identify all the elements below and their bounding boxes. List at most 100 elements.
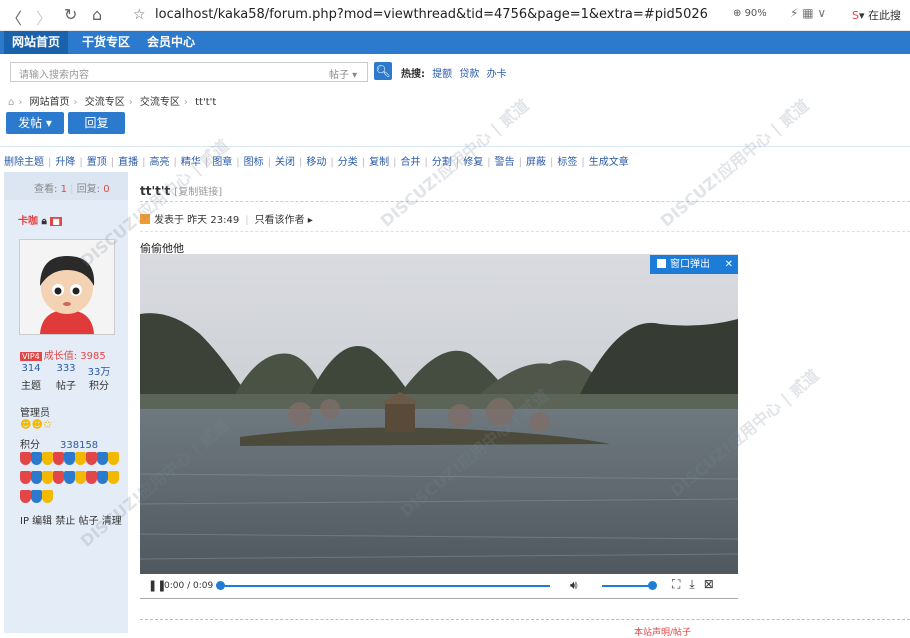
medal-icon[interactable] bbox=[31, 452, 42, 465]
medal-icon[interactable] bbox=[53, 452, 64, 465]
popout-window-button[interactable]: 窗口弹出 ✕ bbox=[650, 255, 738, 274]
moderation-link[interactable]: 图章 bbox=[212, 157, 232, 168]
video-player[interactable] bbox=[140, 254, 738, 574]
nav-item-home[interactable]: 网站首页 bbox=[4, 31, 69, 54]
breadcrumb-item[interactable]: 交流专区 bbox=[140, 97, 180, 108]
user-admin-actions[interactable]: IP 编辑 禁止 帖子 清理 bbox=[20, 512, 122, 527]
forward-icon[interactable]: 〉 bbox=[36, 5, 52, 29]
close-icon[interactable]: ✕ bbox=[725, 255, 733, 274]
medal-icon[interactable] bbox=[64, 471, 75, 484]
moderation-link[interactable]: 修复 bbox=[463, 157, 483, 168]
home-icon[interactable]: ⌂ bbox=[8, 97, 14, 108]
moderation-link[interactable]: 警告 bbox=[495, 157, 515, 168]
moderation-link[interactable]: 分类 bbox=[338, 157, 358, 168]
extension-icons[interactable]: ⚡ ▦ ∨ bbox=[790, 6, 826, 20]
browser-search-link[interactable]: S▾ 在此搜 bbox=[852, 7, 901, 23]
medal-icon[interactable] bbox=[53, 471, 64, 484]
lock-icon: 🔒︎ bbox=[41, 216, 47, 227]
medal-icon[interactable] bbox=[20, 471, 31, 484]
posts-count: 333 bbox=[56, 363, 76, 374]
download-icon[interactable]: ⤓ bbox=[689, 577, 694, 591]
hot-search-link[interactable]: 办卡 bbox=[487, 69, 507, 80]
back-icon[interactable]: 〈 bbox=[6, 5, 22, 29]
medal-icon[interactable] bbox=[42, 471, 53, 484]
search-link-label: 在此搜 bbox=[868, 9, 902, 22]
search-button[interactable]: 🔍︎ bbox=[374, 62, 392, 80]
search-category-select[interactable]: 帖子 ▾ bbox=[329, 66, 357, 81]
online-status-icon bbox=[140, 214, 150, 224]
moderation-link[interactable]: 直播 bbox=[118, 157, 138, 168]
medal-icon[interactable] bbox=[20, 490, 31, 503]
moderation-link[interactable]: 高亮 bbox=[150, 157, 170, 168]
video-frame bbox=[140, 254, 738, 574]
medal-icon[interactable] bbox=[97, 452, 108, 465]
progress-handle[interactable] bbox=[216, 581, 225, 590]
medal-icon[interactable] bbox=[97, 471, 108, 484]
medal-icon[interactable] bbox=[108, 452, 119, 465]
medal-icon[interactable] bbox=[31, 471, 42, 484]
zoom-level[interactable]: ⊕ 90% bbox=[733, 8, 767, 19]
avatar[interactable] bbox=[19, 239, 115, 335]
topics-stat[interactable]: 314 bbox=[16, 363, 46, 374]
volume-icon[interactable]: 🔊︎ bbox=[570, 578, 578, 593]
moderation-link[interactable]: 删除主题 bbox=[4, 157, 44, 168]
growth-text: 成长值: 3985 bbox=[43, 351, 106, 362]
reply-button[interactable]: 回复 bbox=[68, 112, 125, 134]
post-meta: 发表于 昨天 23:49 | 只看该作者 ▸ bbox=[140, 211, 313, 226]
hot-search: 热搜: 提额 贷款 办卡 bbox=[401, 65, 507, 80]
post-footer-box: 本站声明/帖子 bbox=[140, 619, 910, 638]
home-icon[interactable]: ⌂ bbox=[92, 5, 102, 24]
moderation-link[interactable]: 标签 bbox=[557, 157, 577, 168]
browser-toolbar: 〈 〉 ↻ ⌂ ☆ localhost/kaka58/forum.php?mod… bbox=[0, 0, 910, 31]
medal-icon[interactable] bbox=[31, 490, 42, 503]
moderation-link[interactable]: 移动 bbox=[306, 157, 326, 168]
points-label: 积分 bbox=[89, 381, 109, 392]
volume-slider[interactable] bbox=[602, 585, 652, 587]
user-score: 积分 338158 bbox=[20, 436, 98, 451]
medal-icon[interactable] bbox=[64, 452, 75, 465]
user-role[interactable]: 管理员 bbox=[20, 404, 50, 419]
new-post-button[interactable]: 发帖 ▾ bbox=[6, 112, 64, 134]
moderation-link[interactable]: 升降 bbox=[55, 157, 75, 168]
progress-bar[interactable] bbox=[220, 585, 550, 587]
moderation-link[interactable]: 合并 bbox=[401, 157, 421, 168]
author-name[interactable]: 卡咖 🔒︎ ■ bbox=[18, 212, 62, 227]
medal-icon[interactable] bbox=[108, 471, 119, 484]
breadcrumb-item[interactable]: 交流专区 bbox=[85, 97, 125, 108]
search-input[interactable]: 请输入搜索内容 帖子 ▾ bbox=[10, 62, 368, 82]
moderation-link[interactable]: 复制 bbox=[369, 157, 389, 168]
moderation-link[interactable]: 精华 bbox=[181, 157, 201, 168]
bookmark-star-icon[interactable]: ☆ bbox=[133, 7, 146, 23]
only-author-link[interactable]: 只看该作者 ▸ bbox=[255, 215, 313, 226]
hot-search-link[interactable]: 提额 bbox=[432, 69, 452, 80]
medal-icon[interactable] bbox=[75, 452, 86, 465]
moderation-link[interactable]: 屏蔽 bbox=[526, 157, 546, 168]
moderation-link[interactable]: 分割 bbox=[432, 157, 452, 168]
footer-notice: 本站声明/帖子 bbox=[634, 628, 692, 638]
nav-item-member[interactable]: 会员中心 bbox=[139, 31, 203, 54]
replies-label: 回复: bbox=[76, 184, 101, 195]
topics-label: 主题 bbox=[21, 381, 41, 392]
fullscreen-icon[interactable]: ⛶ bbox=[672, 577, 680, 591]
divider bbox=[140, 201, 910, 203]
medal-icon[interactable] bbox=[20, 452, 31, 465]
moderation-link[interactable]: 生成文章 bbox=[589, 157, 629, 168]
medal-icon[interactable] bbox=[86, 452, 97, 465]
posts-stat[interactable]: 333 bbox=[51, 363, 81, 374]
moderation-link[interactable]: 置顶 bbox=[87, 157, 107, 168]
medal-icon[interactable] bbox=[75, 471, 86, 484]
points-stat[interactable]: 33万 bbox=[84, 363, 114, 378]
moderation-link[interactable]: 关闭 bbox=[275, 157, 295, 168]
nav-item-dry-goods[interactable]: 干货专区 bbox=[74, 31, 138, 54]
volume-handle[interactable] bbox=[648, 581, 657, 590]
address-bar[interactable]: localhost/kaka58/forum.php?mod=viewthrea… bbox=[155, 7, 708, 22]
moderation-link[interactable]: 图标 bbox=[244, 157, 264, 168]
reload-icon[interactable]: ↻ bbox=[64, 5, 77, 24]
no-image-icon[interactable]: ⊠ bbox=[704, 577, 714, 591]
copy-link[interactable]: [复制链接] bbox=[174, 187, 222, 198]
medal-icon[interactable] bbox=[86, 471, 97, 484]
medal-icon[interactable] bbox=[42, 490, 53, 503]
breadcrumb-item[interactable]: 网站首页 bbox=[30, 97, 70, 108]
hot-search-link[interactable]: 贷款 bbox=[459, 69, 479, 80]
medal-icon[interactable] bbox=[42, 452, 53, 465]
